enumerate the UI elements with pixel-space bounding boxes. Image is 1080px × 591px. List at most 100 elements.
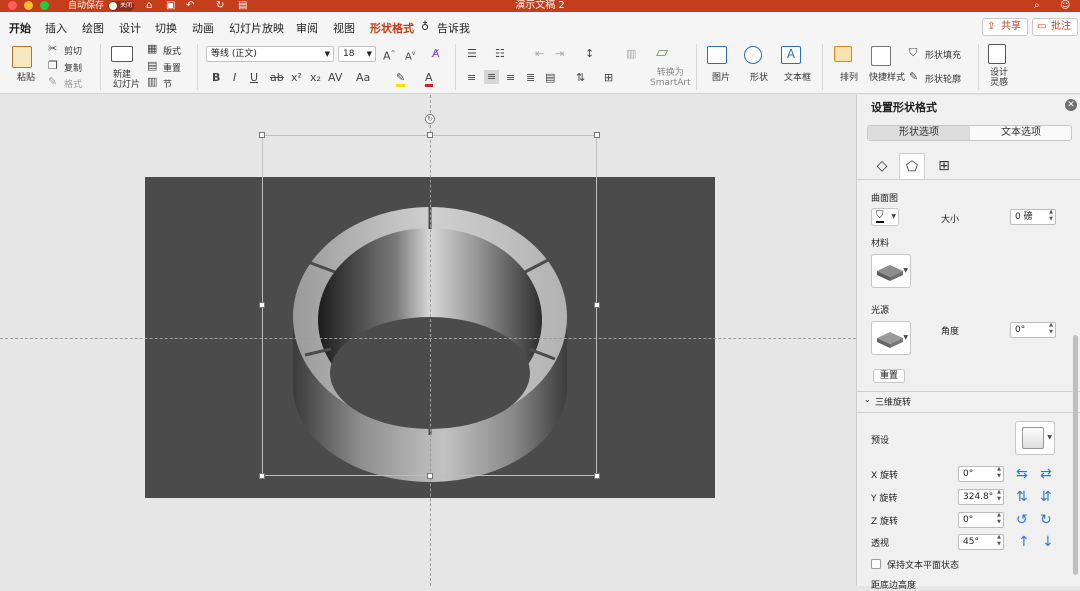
arrange-label[interactable]: 排列 — [840, 70, 858, 83]
underline-icon[interactable]: U — [250, 72, 258, 84]
clear-format-icon[interactable]: A̸ — [432, 48, 440, 60]
tab-draw[interactable]: 绘图 — [82, 20, 104, 36]
distributed-icon[interactable]: ▤ — [545, 72, 555, 84]
resize-handle[interactable] — [594, 473, 600, 479]
align-left-icon[interactable]: ≡ — [467, 72, 476, 84]
perspective-input[interactable]: 45° ▲ ▼ — [958, 534, 1004, 550]
reset-slide-icon[interactable]: ▤ — [147, 60, 157, 72]
tab-home[interactable]: 开始 — [9, 20, 31, 42]
tab-animations[interactable]: 动画 — [192, 20, 214, 36]
picture-icon[interactable] — [707, 46, 727, 64]
text-direction-icon[interactable]: ⇅ — [576, 72, 585, 84]
tab-shape-options[interactable]: 形状选项 — [868, 126, 970, 140]
tab-slideshow[interactable]: 幻灯片放映 — [229, 20, 284, 36]
close-icon[interactable]: ✕ — [1065, 99, 1077, 111]
columns-icon[interactable]: ▥ — [626, 48, 636, 60]
resize-handle[interactable] — [594, 132, 600, 138]
tab-design[interactable]: 设计 — [119, 20, 141, 36]
copy-icon[interactable]: ❐ — [48, 60, 58, 72]
arrange-icon[interactable] — [834, 46, 852, 62]
bold-icon[interactable]: B — [212, 72, 220, 84]
textbox-label[interactable]: 文本框 — [784, 70, 811, 83]
tab-view[interactable]: 视图 — [333, 20, 355, 36]
shape-label[interactable]: 形状 — [750, 70, 768, 83]
decrease-indent-icon[interactable]: ⇤ — [535, 48, 544, 60]
line-spacing-icon[interactable]: ↕ — [585, 48, 594, 60]
reset-button[interactable]: 重置 — [873, 369, 906, 383]
copy-label[interactable]: 复制 — [64, 61, 82, 74]
font-size-combo[interactable]: 18 ▼ — [338, 46, 376, 62]
italic-icon[interactable]: I — [233, 72, 236, 84]
keep-text-flat-checkbox[interactable] — [871, 559, 881, 569]
outline-pen-icon[interactable]: ✎ — [909, 71, 918, 83]
3d-rotation-section-header[interactable]: ⌄ 三维旋转 — [857, 393, 1080, 411]
shape-fill-label[interactable]: 形状填充 — [925, 48, 961, 61]
convert-smartart-label[interactable]: 转换为 SmartArt — [650, 68, 691, 88]
smartart-icon[interactable]: ▱ — [656, 44, 668, 60]
layout-icon[interactable]: ▦ — [147, 43, 157, 55]
highlight-icon[interactable]: ✎ — [396, 72, 406, 87]
rotate-cw-icon[interactable]: ↻ — [1040, 513, 1052, 527]
quick-styles-label[interactable]: 快捷样式 — [869, 70, 905, 83]
tab-insert[interactable]: 插入 — [45, 20, 67, 36]
format-painter-label[interactable]: 格式 — [64, 77, 82, 90]
comments-button[interactable]: ▭ 批注 — [1032, 18, 1078, 36]
shape-icon[interactable] — [744, 46, 762, 64]
superscript-icon[interactable]: x² — [291, 72, 302, 84]
decrease-perspective-icon[interactable]: ↓ — [1042, 535, 1054, 549]
rotate-down-icon[interactable]: ⇵ — [1040, 490, 1052, 504]
resize-handle[interactable] — [427, 473, 433, 479]
y-rotation-input[interactable]: 324.8° ▲ ▼ — [958, 489, 1004, 505]
new-slide-icon[interactable] — [111, 46, 133, 62]
stepper-icon[interactable]: ▲ ▼ — [997, 489, 1001, 503]
slide-canvas[interactable]: ↻ — [0, 95, 856, 586]
design-ideas-icon[interactable] — [988, 44, 1006, 64]
rotate-left-icon[interactable]: ⇆ — [1016, 467, 1028, 481]
account-icon[interactable]: ☺ — [1060, 0, 1070, 12]
lighting-button[interactable]: ▼ — [871, 321, 911, 355]
align-text-icon[interactable]: ⊞ — [604, 72, 613, 84]
scissors-icon[interactable]: ✂ — [48, 43, 57, 55]
rotate-up-icon[interactable]: ⇅ — [1016, 490, 1028, 504]
design-ideas-label[interactable]: 设计 灵感 — [990, 68, 1008, 88]
quick-styles-icon[interactable] — [871, 46, 891, 66]
rotate-right-icon[interactable]: ⇄ — [1040, 467, 1052, 481]
stepper-icon[interactable]: ▲ ▼ — [997, 534, 1001, 548]
tab-review[interactable]: 审阅 — [296, 20, 318, 36]
increase-perspective-icon[interactable]: ↑ — [1018, 535, 1030, 549]
material-button[interactable]: ▼ — [871, 254, 911, 288]
strikethrough-icon[interactable]: ab — [270, 72, 284, 84]
stepper-icon[interactable]: ▲ ▼ — [997, 512, 1001, 526]
layout-label[interactable]: 版式 — [163, 44, 181, 57]
search-icon[interactable]: ⌕ — [1034, 0, 1040, 12]
reset-slide-label[interactable]: 重置 — [163, 61, 181, 74]
pane-scrollbar[interactable] — [1073, 335, 1078, 575]
stepper-icon[interactable]: ▲ ▼ — [997, 466, 1001, 480]
rotate-ccw-icon[interactable]: ↺ — [1016, 513, 1028, 527]
paste-icon[interactable] — [12, 46, 32, 68]
change-case-icon[interactable]: Aa — [356, 72, 370, 84]
stepper-icon[interactable]: ▲ ▼ — [1049, 209, 1053, 223]
effects-pentagon-icon[interactable]: ⬠ — [899, 153, 925, 179]
x-rotation-input[interactable]: 0° ▲ ▼ — [958, 466, 1004, 482]
numbering-icon[interactable]: ☷ — [495, 48, 505, 60]
section-label[interactable]: 节 — [163, 77, 172, 90]
bullets-icon[interactable]: ☰ — [467, 48, 477, 60]
size-properties-icon[interactable]: ⊞ — [931, 153, 957, 179]
cut-label[interactable]: 剪切 — [64, 44, 82, 57]
resize-handle[interactable] — [259, 132, 265, 138]
align-center-icon[interactable]: ≡ — [484, 70, 500, 84]
share-button[interactable]: ⇪ 共享 — [982, 18, 1028, 36]
format-painter-icon[interactable]: ✎ — [48, 76, 57, 88]
grow-font-icon[interactable]: A^ — [383, 48, 396, 63]
font-color-icon[interactable]: A — [425, 72, 433, 87]
resize-handle[interactable] — [594, 302, 600, 308]
stepper-icon[interactable]: ▲ ▼ — [1049, 322, 1053, 336]
subscript-icon[interactable]: x₂ — [310, 72, 321, 84]
new-slide-label[interactable]: 新建 幻灯片 — [113, 70, 140, 90]
paint-bucket-icon[interactable]: ⛉ — [909, 47, 917, 59]
textbox-icon[interactable]: A — [781, 46, 801, 64]
fill-line-icon[interactable]: ◇ — [869, 153, 895, 179]
shrink-font-icon[interactable]: Av — [405, 48, 415, 63]
tab-shape-format[interactable]: 形状格式 — [370, 20, 414, 36]
